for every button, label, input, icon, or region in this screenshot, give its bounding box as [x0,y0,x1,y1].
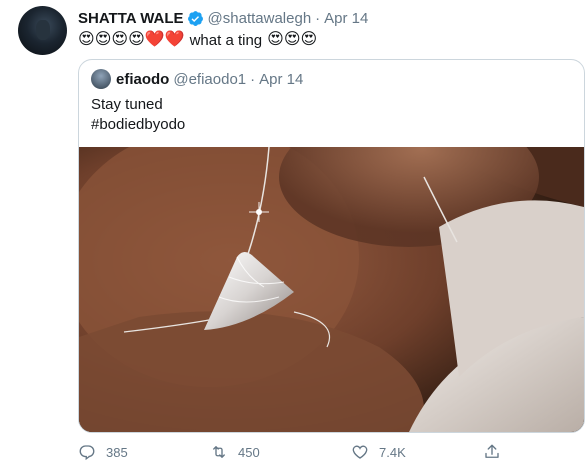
quoted-author-handle[interactable]: @efiaodo1 [173,71,246,88]
heart-eyes-emoji: 😍 [128,31,145,48]
tweet-actions: 385 450 7.4K [78,442,583,464]
heart-eyes-emoji: 😍 [283,31,301,48]
tweet-text: 😍 😍 😍 😍 ❤️ ❤️ what a ting 😍 😍 😍 [78,30,317,50]
retweet-count: 450 [238,444,260,460]
quoted-text-line: Stay tuned [91,96,163,113]
quoted-author-name[interactable]: efiaodo [116,71,169,88]
tweet-caption: what a ting [189,31,263,49]
avatar[interactable] [18,6,67,55]
share-icon [485,444,499,458]
heart-eyes-emoji: 😍 [94,31,112,48]
retweet-icon [213,446,225,458]
separator-dot: · [315,9,321,27]
author-handle[interactable]: @shattawalegh [208,10,312,27]
heart-eyes-emoji: 😍 [111,31,129,48]
quoted-avatar[interactable] [91,69,111,89]
verified-badge-icon [187,10,203,26]
quoted-tweet-date[interactable]: Apr 14 [259,71,303,88]
separator-dot: · [250,70,256,88]
hashtag-link[interactable]: #bodiedbyodo [91,115,185,135]
reply-button[interactable]: 385 [78,442,128,462]
quoted-media-image[interactable] [79,147,584,432]
like-icon [352,445,368,459]
reply-count: 385 [106,444,128,460]
like-button[interactable]: 7.4K [351,442,406,462]
reply-icon [79,445,95,461]
heart-eyes-emoji: 😍 [300,31,318,48]
author-name[interactable]: SHATTA WALE [78,10,184,27]
red-heart-emoji: ❤️ [164,31,185,48]
quoted-tweet-header: efiaodo @efiaodo1 · Apr 14 [91,69,303,89]
quoted-tweet[interactable]: efiaodo @efiaodo1 · Apr 14 Stay tuned #b… [78,59,585,433]
retweet-button[interactable]: 450 [210,442,260,462]
quoted-tweet-text: Stay tuned #bodiedbyodo [91,95,185,135]
heart-eyes-emoji: 😍 [78,31,95,48]
share-button[interactable] [483,442,511,462]
tweet-header: SHATTA WALE @shattawalegh · Apr 14 [78,8,368,28]
tweet-date[interactable]: Apr 14 [324,10,368,27]
like-count: 7.4K [379,444,406,460]
heart-eyes-emoji: 😍 [267,31,284,48]
photo-artwork [79,147,584,432]
red-heart-emoji: ❤️ [144,31,165,48]
tweet[interactable]: SHATTA WALE @shattawalegh · Apr 14 😍 😍 😍… [0,0,587,462]
